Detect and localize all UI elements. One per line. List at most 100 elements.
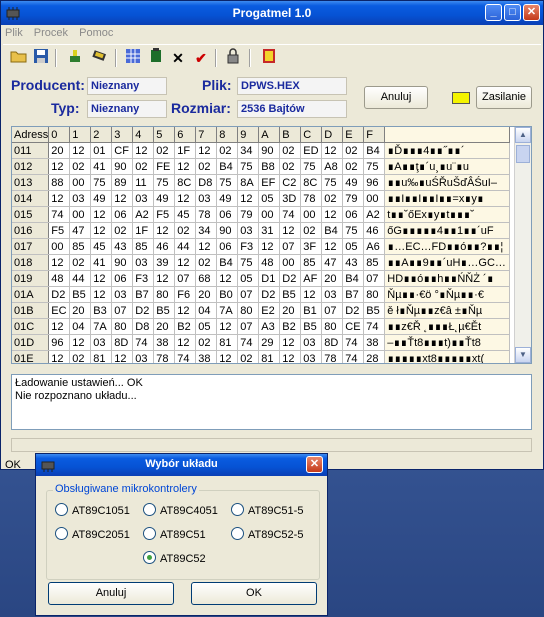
open-folder-icon[interactable] [9, 48, 29, 68]
hex-cell[interactable]: 41 [90, 158, 113, 175]
dialog-title-bar[interactable]: Wybór układu ✕ [36, 454, 327, 476]
hex-cell[interactable]: 8C [300, 174, 323, 191]
hex-cell[interactable]: B4 [321, 222, 344, 239]
hex-cell[interactable]: 12 [300, 286, 323, 303]
hex-cell[interactable]: 43 [111, 238, 134, 255]
hex-cell[interactable]: 03 [300, 334, 323, 351]
maximize-button[interactable]: □ [504, 4, 521, 21]
hex-cell[interactable]: 06 [216, 238, 239, 255]
close-button[interactable]: ✕ [523, 4, 540, 21]
hex-cell[interactable]: 78 [195, 206, 218, 223]
hex-cell[interactable]: 07 [111, 302, 134, 319]
hex-cell[interactable]: 02 [111, 222, 134, 239]
hex-cell[interactable]: 20 [321, 270, 344, 287]
vertical-scrollbar[interactable]: ▲ ▼ [514, 127, 531, 363]
hex-cell[interactable]: 74 [48, 206, 71, 223]
hex-cell[interactable]: 12 [174, 302, 197, 319]
radio-at89c51[interactable]: AT89C51 [143, 527, 206, 541]
hex-cell[interactable]: CF [111, 142, 134, 159]
hex-cell[interactable]: B4 [216, 158, 239, 175]
lock-icon[interactable] [223, 48, 243, 68]
hex-cell[interactable]: 74 [342, 334, 365, 351]
hex-cell[interactable]: 28 [363, 350, 386, 363]
hex-cell[interactable]: 85 [132, 238, 155, 255]
hex-cell[interactable]: 96 [363, 174, 386, 191]
hex-cell[interactable]: D8 [132, 318, 155, 335]
hex-cell[interactable]: 04 [69, 318, 92, 335]
hex-cell[interactable]: 02 [153, 142, 176, 159]
hex-cell[interactable]: F3 [132, 270, 155, 287]
hex-cell[interactable]: 00 [258, 206, 281, 223]
hex-cell[interactable]: 49 [90, 190, 113, 207]
hex-cell[interactable]: 85 [300, 254, 323, 271]
hex-cell[interactable]: B4 [363, 142, 386, 159]
hex-cell[interactable]: 03 [237, 222, 260, 239]
hex-cell[interactable]: A6 [363, 238, 386, 255]
hex-cell[interactable]: 12 [174, 334, 197, 351]
hex-cell[interactable]: 68 [195, 270, 218, 287]
hex-cell[interactable]: 12 [258, 238, 281, 255]
hex-cell[interactable]: 12 [279, 334, 302, 351]
hex-cell[interactable]: 79 [237, 206, 260, 223]
hex-cell[interactable]: 90 [111, 158, 134, 175]
radio-circle[interactable] [231, 527, 244, 540]
hex-cell[interactable]: 44 [69, 270, 92, 287]
hex-cell[interactable]: 31 [258, 222, 281, 239]
hex-cell[interactable]: F5 [153, 206, 176, 223]
hex-cell[interactable]: 03 [90, 334, 113, 351]
hex-cell[interactable]: 02 [195, 334, 218, 351]
hex-cell[interactable]: 43 [342, 254, 365, 271]
hex-cell[interactable]: 02 [342, 158, 365, 175]
hex-cell[interactable]: 07 [279, 238, 302, 255]
chip-write-icon[interactable] [146, 48, 166, 68]
hex-cell[interactable]: 75 [321, 174, 344, 191]
table-row[interactable]: 01E 12 02 81 12 03 78 74 38 12 02 81 12 03 78 74 28 ∎∎∎∎∎… [12, 350, 511, 363]
hex-cell[interactable]: 20 [279, 302, 302, 319]
hex-cell[interactable]: 12 [90, 286, 113, 303]
hex-cell[interactable]: B8 [258, 158, 281, 175]
hex-cell[interactable]: 12 [153, 222, 176, 239]
hex-cell[interactable]: 75 [300, 158, 323, 175]
table-row[interactable]: 011 20 12 01 CF 12 02 1F 12 02 34 90 02 ED 12 02 B4 ∎Ď∎∎… [12, 142, 511, 159]
hex-cell[interactable]: 03 [111, 286, 134, 303]
hex-cell[interactable]: 8D [111, 334, 134, 351]
hex-cell[interactable]: 3F [300, 238, 323, 255]
hex-cell[interactable]: 02 [132, 158, 155, 175]
hex-cell[interactable]: 12 [174, 190, 197, 207]
hex-cell[interactable]: 12 [321, 206, 344, 223]
hex-cell[interactable]: 02 [279, 158, 302, 175]
scroll-thumb[interactable] [516, 145, 530, 163]
hex-cell[interactable]: 00 [279, 254, 302, 271]
hex-cell[interactable]: 74 [237, 334, 260, 351]
hex-cell[interactable]: B2 [279, 318, 302, 335]
hex-cell[interactable]: 02 [216, 142, 239, 159]
table-row[interactable]: 014 12 03 49 12 03 49 12 03 49 12 05 3D 78 02 79 00 ∎∎I∎∎… [12, 190, 511, 207]
radio-circle[interactable] [231, 503, 244, 516]
radio-circle[interactable] [143, 551, 156, 564]
table-row[interactable]: 019 48 44 12 06 F3 12 07 68 12 05 D1 D2 AF 20 B4 07 HD∎∎ó… [12, 270, 511, 287]
hex-cell[interactable]: 12 [132, 142, 155, 159]
hex-cell[interactable]: 47 [69, 222, 92, 239]
hex-cell[interactable]: 12 [237, 190, 260, 207]
anuluj-button[interactable]: Anuluj [364, 86, 428, 109]
hex-cell[interactable]: B5 [69, 286, 92, 303]
table-row[interactable]: 018 12 02 41 90 03 39 12 02 B4 75 48 00 85 47 43 85 ∎∎A∎∎… [12, 254, 511, 271]
hex-cell[interactable]: 75 [216, 174, 239, 191]
menu-plik[interactable]: Plik [1, 25, 27, 41]
hex-cell[interactable]: 11 [132, 174, 155, 191]
hex-cell[interactable]: 12 [321, 238, 344, 255]
hex-cell[interactable]: F6 [174, 286, 197, 303]
radio-at89c52[interactable]: AT89C52 [143, 551, 206, 565]
hex-cell[interactable]: 03 [69, 190, 92, 207]
hex-cell[interactable]: B7 [132, 286, 155, 303]
hex-cell[interactable]: 90 [258, 142, 281, 159]
hex-cell[interactable]: 80 [237, 302, 260, 319]
hex-cell[interactable]: 03 [300, 350, 323, 363]
hex-cell[interactable]: 12 [174, 158, 197, 175]
hex-cell[interactable]: 49 [342, 174, 365, 191]
hex-cell[interactable]: D8 [195, 174, 218, 191]
hex-cell[interactable]: 20 [195, 286, 218, 303]
hex-cell[interactable]: 20 [48, 142, 71, 159]
hex-cell[interactable]: 96 [48, 334, 71, 351]
radio-at89c1051[interactable]: AT89C1051 [55, 503, 130, 517]
